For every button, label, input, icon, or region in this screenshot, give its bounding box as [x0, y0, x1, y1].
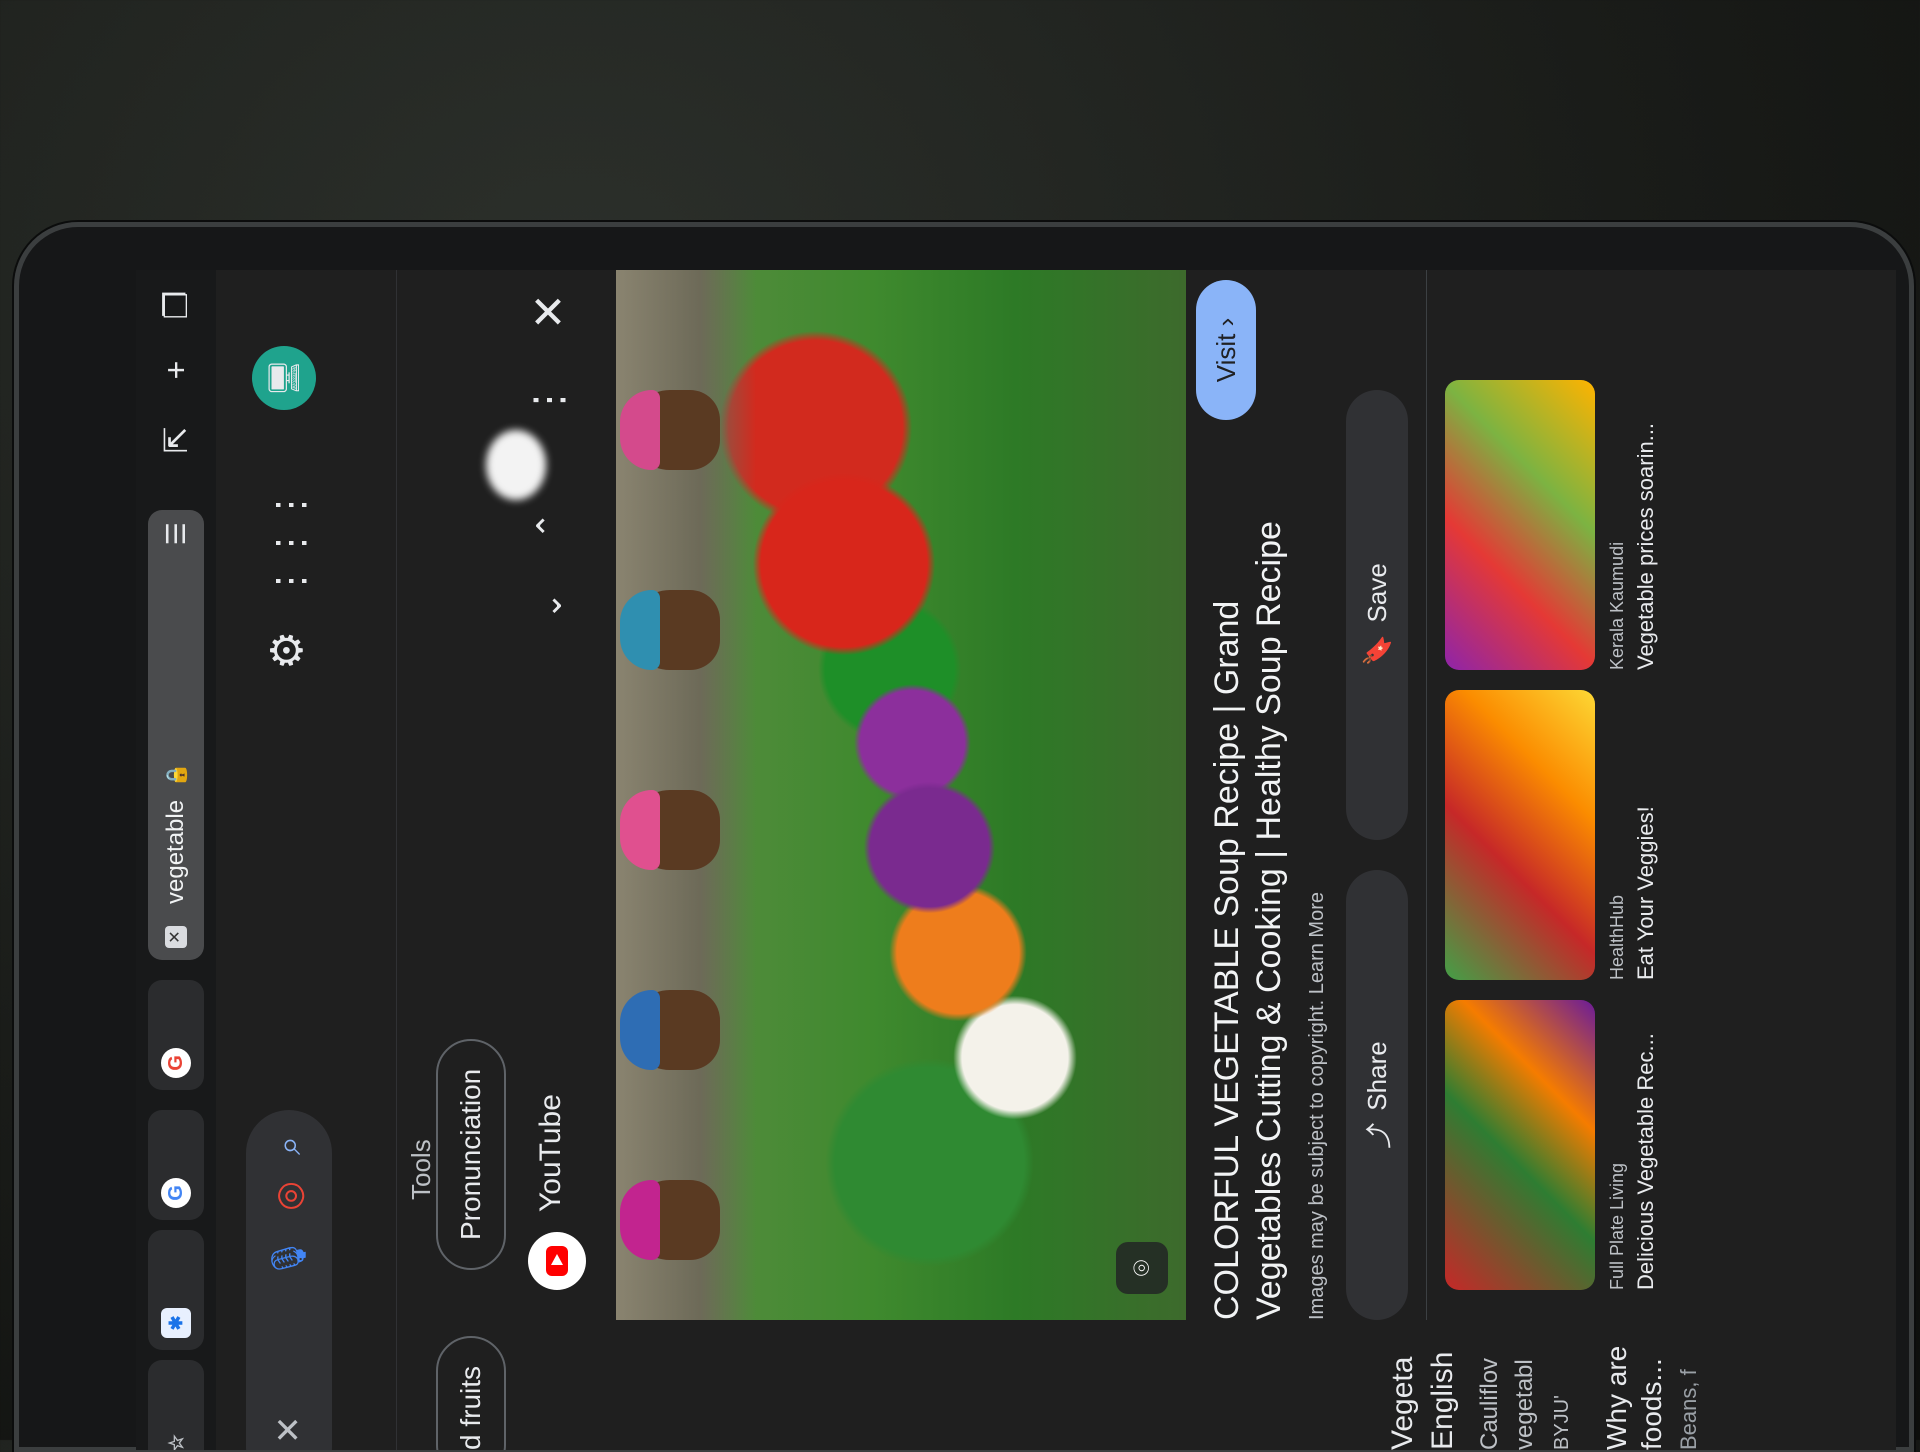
tab-google-1[interactable]: G: [148, 1110, 204, 1220]
related-thumbnail[interactable]: [1445, 380, 1595, 670]
image-person: [620, 590, 720, 670]
chip-fruits[interactable]: d fruits: [436, 1335, 506, 1450]
tab-pinwheel[interactable]: ✱: [148, 1230, 204, 1350]
side-result-snippet: Beans, f: [1676, 1369, 1701, 1450]
google-icon: G: [161, 1178, 191, 1208]
tab-favicon-x: ✕: [165, 926, 187, 948]
tab-bookmark[interactable]: ☆: [148, 1360, 204, 1450]
share-label: Share: [1361, 1041, 1392, 1111]
visit-button[interactable]: Visit ›: [1196, 280, 1256, 420]
save-label: Save: [1361, 563, 1392, 623]
pinwheel-icon: ✱: [161, 1308, 191, 1338]
tab-vegetable[interactable]: ✕ vegetable 🔒 ☰: [148, 510, 204, 960]
account-avatar[interactable]: 🖥: [252, 346, 316, 410]
more-options-icon[interactable]: ⋮: [526, 380, 572, 420]
related-thumbnail[interactable]: [1445, 1000, 1595, 1290]
side-result-title[interactable]: foods...: [1636, 1358, 1668, 1450]
save-button[interactable]: 🔖 Save: [1346, 390, 1408, 840]
search-header: ✕ 🎙 ◎ ⌕ ⚙ ⋮⋮⋮ 🖥 Tools: [216, 270, 436, 1450]
close-icon[interactable]: ✕: [524, 293, 575, 330]
image-person: [620, 1180, 720, 1260]
related-images: Full Plate Living Delicious Vegetable Re…: [1426, 270, 1697, 1320]
avatar-image: 🖥: [267, 358, 301, 398]
search-box[interactable]: ✕ 🎙 ◎ ⌕: [246, 1110, 332, 1450]
side-result-title[interactable]: English: [1426, 1352, 1460, 1450]
preview-image[interactable]: ⌾: [616, 270, 1186, 1320]
chevron-down-icon[interactable]: ⌄: [530, 592, 570, 621]
image-preview-panel: YouTube ⌄ ⌃ ⋮ ✕ ⌾ COLORFUL VEGETABLE Sou…: [486, 270, 1896, 1320]
related-source: Kerala Kaumudi: [1607, 541, 1627, 670]
preview-source-row: YouTube ⌄ ⌃ ⋮ ✕: [486, 270, 606, 1320]
image-person: [620, 990, 720, 1070]
visit-label: Visit: [1211, 333, 1241, 383]
google-lens-icon[interactable]: ◎: [269, 1181, 309, 1211]
share-button[interactable]: ⤴ Share: [1346, 870, 1408, 1320]
tab-title: vegetable: [162, 799, 189, 904]
screen-glare: [486, 430, 546, 500]
image-people-row: [616, 270, 756, 1320]
lens-search-icon[interactable]: ⌾: [1116, 1242, 1168, 1294]
tab-overview-icon[interactable]: ❐: [156, 285, 196, 325]
lock-icon: 🔒: [165, 763, 188, 788]
preview-title-line2: Vegetables Cutting & Cooking | Healthy S…: [1250, 521, 1288, 1320]
related-source: HealthHub: [1607, 894, 1627, 980]
related-title[interactable]: Vegetable prices soarin...: [1633, 423, 1659, 670]
side-result-title[interactable]: Why are: [1601, 1346, 1633, 1450]
chevron-up-icon[interactable]: ⌃: [530, 512, 570, 541]
settings-gear-icon[interactable]: ⚙: [262, 631, 313, 670]
source-name[interactable]: YouTube: [534, 1094, 568, 1212]
side-result-snippet: vegetabl: [1511, 1359, 1538, 1450]
share-icon: ⤴: [1363, 1122, 1394, 1149]
side-result-source: BYJU': [1551, 1395, 1573, 1450]
tab-strip: ☆ ✱ G G ✕ vegetable 🔒 ☰ ⇱ + ❐: [136, 270, 216, 1450]
preview-title[interactable]: COLORFUL VEGETABLE Soup Recipe | Grand V…: [1206, 280, 1290, 1320]
browser-screen: ☆ ✱ G G ✕ vegetable 🔒 ☰ ⇱ + ❐ ✕ 🎙 ◎ ⌕ ⚙ …: [136, 270, 1896, 1450]
preview-actions: ⤴ Share 🔖 Save: [1346, 270, 1416, 1320]
tools-link[interactable]: Tools: [406, 1139, 437, 1200]
microphone-icon[interactable]: 🎙: [269, 1237, 309, 1280]
preview-title-line1: COLORFUL VEGETABLE Soup Recipe | Grand: [1208, 600, 1246, 1320]
new-tab-icon[interactable]: +: [156, 350, 196, 390]
related-title[interactable]: Eat Your Veggies!: [1633, 806, 1659, 980]
related-title[interactable]: Delicious Vegetable Rec...: [1633, 1033, 1659, 1290]
google-apps-icon[interactable]: ⋮⋮⋮: [268, 486, 313, 600]
image-person: [620, 390, 720, 470]
chip-pronunciation[interactable]: Pronunciation: [436, 1038, 506, 1270]
related-source: Full Plate Living: [1607, 1162, 1627, 1290]
youtube-logo-icon: [528, 1232, 586, 1290]
google-icon: G: [161, 1048, 191, 1078]
bookmark-icon: 🔖: [1361, 634, 1392, 667]
search-icon[interactable]: ⌕: [270, 1136, 309, 1155]
image-person: [620, 790, 720, 870]
tab-google-2[interactable]: G: [148, 980, 204, 1090]
side-result-title[interactable]: Vegeta: [1386, 1357, 1420, 1450]
star-icon: ☆: [165, 1434, 188, 1450]
copyright-notice[interactable]: Images may be subject to copyright. Lear…: [1306, 892, 1329, 1320]
reader-mode-icon[interactable]: ☰: [161, 522, 192, 545]
switch-tab-icon[interactable]: ⇱: [156, 420, 196, 460]
related-thumbnail[interactable]: [1445, 690, 1595, 980]
side-result-snippet: Cauliflov: [1476, 1357, 1503, 1450]
